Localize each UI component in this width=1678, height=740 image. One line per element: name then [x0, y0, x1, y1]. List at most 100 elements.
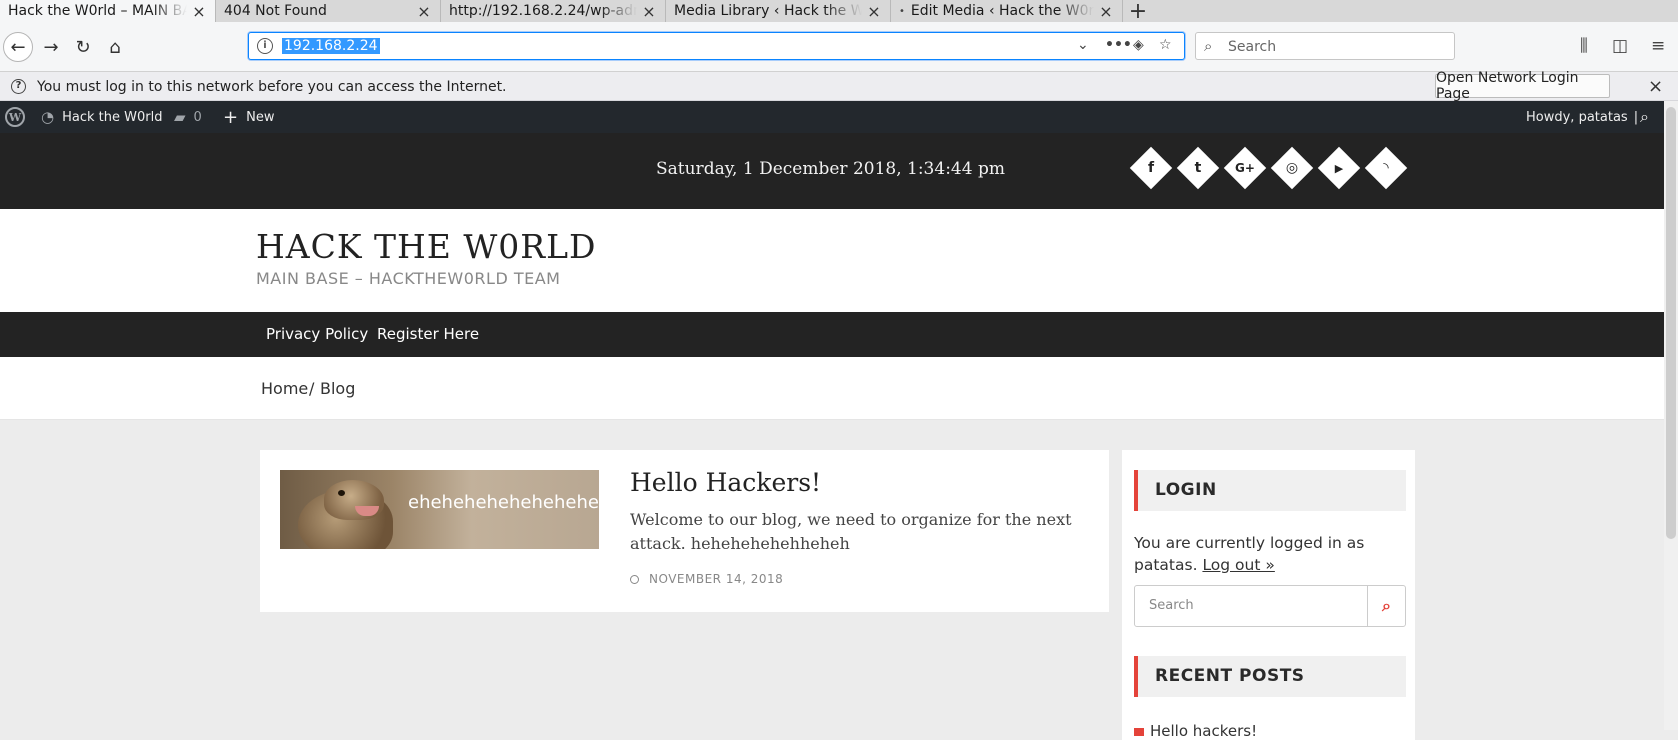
- tab-title: Edit Media ‹ Hack the W0rld: [910, 3, 1094, 19]
- wp-admin-bar: W ◔ Hack the W0rld ▰ 0 + New Howdy, pata…: [0, 101, 1664, 133]
- tab-title: Hack the W0rld – MAIN BASE – HACKTHEW0RL…: [8, 3, 187, 19]
- post-date: NOVEMBER 14, 2018: [630, 572, 783, 586]
- site-description: MAIN BASE – HACKTHEW0RLD TEAM: [256, 269, 561, 288]
- question-icon: ?: [11, 79, 26, 94]
- current-date: Saturday, 1 December 2018, 1:34:44 pm: [656, 159, 1005, 179]
- bullet-icon: [1134, 728, 1144, 736]
- main-navigation: Privacy Policy Register Here: [0, 312, 1664, 357]
- login-status-text: You are currently logged in as patatas. …: [1134, 532, 1404, 576]
- new-content-menu[interactable]: + New: [223, 101, 274, 133]
- thumbnail-caption: ehehehehehehehehehehe: [408, 492, 599, 513]
- close-icon[interactable]: ×: [641, 2, 657, 21]
- search-icon: ⌕: [1382, 596, 1391, 615]
- site-title[interactable]: HACK THE W0RLD: [256, 227, 597, 266]
- lizard-eye: [338, 490, 345, 496]
- bookmark-star-icon[interactable]: ☆: [1159, 37, 1172, 53]
- pocket-icon[interactable]: ◈: [1133, 37, 1144, 53]
- scrollbar-thumb[interactable]: [1666, 107, 1676, 539]
- url-bar[interactable]: i 192.168.2.24 ⌄ ••• ◈ ☆: [248, 32, 1185, 60]
- facebook-link[interactable]: f: [1129, 146, 1173, 190]
- sidebar: LOGIN You are currently logged in as pat…: [1122, 450, 1415, 740]
- rss-link[interactable]: ◝: [1364, 146, 1408, 190]
- new-label: New: [246, 109, 275, 125]
- notice-text: You must log in to this network before y…: [37, 79, 507, 95]
- recent-posts-title: RECENT POSTS: [1134, 656, 1406, 697]
- search-submit-button[interactable]: ⌕: [1367, 586, 1405, 626]
- login-widget-label: LOGIN: [1155, 480, 1217, 500]
- tab-title: http://192.168.2.24/wp-admin/: [449, 3, 637, 19]
- loading-dot-icon: •: [899, 5, 905, 17]
- close-icon[interactable]: ×: [1648, 76, 1663, 97]
- search-icon: ⌕: [1204, 37, 1213, 55]
- comments-menu[interactable]: ▰ 0: [174, 101, 202, 133]
- instagram-link[interactable]: ◎: [1270, 146, 1314, 190]
- menu-item-privacy-policy[interactable]: Privacy Policy: [266, 325, 368, 343]
- sidebar-search: Search ⌕: [1134, 585, 1406, 627]
- youtube-link[interactable]: ▶: [1317, 146, 1361, 190]
- wp-logo-menu[interactable]: W: [5, 101, 25, 133]
- back-button[interactable]: ←: [3, 32, 33, 62]
- site-top-bar: Saturday, 1 December 2018, 1:34:44 pm f …: [0, 133, 1664, 209]
- recent-posts-label: RECENT POSTS: [1155, 666, 1305, 686]
- breadcrumb-home[interactable]: Home: [261, 379, 308, 398]
- reload-button[interactable]: ↻: [68, 32, 98, 62]
- main-content: ehehehehehehehehehehe Hello Hackers! Wel…: [0, 420, 1664, 740]
- close-icon[interactable]: ×: [191, 2, 207, 21]
- home-button[interactable]: ⌂: [100, 32, 130, 62]
- tab-title: Media Library ‹ Hack the W0rld: [674, 3, 862, 19]
- google-plus-link[interactable]: G+: [1223, 146, 1267, 190]
- tab-wp-admin[interactable]: http://192.168.2.24/wp-admin/ ×: [441, 0, 666, 22]
- google-plus-icon: G+: [1235, 161, 1255, 175]
- facebook-icon: f: [1147, 160, 1155, 176]
- tab-404-not-found[interactable]: 404 Not Found ×: [216, 0, 441, 22]
- sidebar-search-input[interactable]: Search: [1149, 598, 1194, 613]
- post-excerpt: Welcome to our blog, we need to organize…: [630, 510, 1072, 553]
- recent-post-link[interactable]: Hello hackers!: [1150, 722, 1257, 740]
- dashboard-icon: ◔: [41, 108, 55, 126]
- breadcrumb-current: Blog: [320, 379, 356, 398]
- recent-post-item[interactable]: Hello hackers!: [1134, 722, 1257, 740]
- clock-icon: [630, 575, 639, 584]
- site-name-menu[interactable]: ◔ Hack the W0rld: [41, 101, 162, 133]
- comment-icon: ▰: [174, 108, 186, 126]
- new-tab-button[interactable]: +: [1123, 0, 1153, 24]
- browser-search-input[interactable]: ⌕ Search: [1195, 32, 1455, 60]
- reload-icon: ↻: [75, 36, 91, 58]
- library-icon[interactable]: ⫼: [1580, 36, 1588, 56]
- chevron-down-icon[interactable]: ⌄: [1077, 37, 1089, 53]
- open-network-login-button[interactable]: Open Network Login Page: [1435, 70, 1610, 102]
- close-icon[interactable]: ×: [416, 2, 432, 21]
- site-name-label: Hack the W0rld: [62, 109, 163, 125]
- page-scrollbar[interactable]: [1664, 101, 1678, 730]
- more-actions-icon[interactable]: •••: [1105, 37, 1132, 53]
- logout-link[interactable]: Log out »: [1202, 556, 1274, 574]
- login-widget-title: LOGIN: [1134, 470, 1406, 511]
- post-title[interactable]: Hello Hackers!: [630, 468, 821, 497]
- close-icon[interactable]: ×: [866, 2, 882, 21]
- tab-title: 404 Not Found: [224, 3, 327, 19]
- post-date-text: NOVEMBER 14, 2018: [649, 572, 784, 586]
- twitter-icon: t: [1194, 160, 1202, 176]
- twitter-link[interactable]: t: [1176, 146, 1220, 190]
- navigation-toolbar: ← → ↻ ⌂ i 192.168.2.24 ⌄ ••• ◈ ☆ ⌕ Searc…: [0, 22, 1678, 72]
- plus-icon: +: [223, 106, 239, 128]
- breadcrumb-separator: /: [309, 379, 315, 398]
- home-icon: ⌂: [109, 36, 121, 58]
- admin-search-icon[interactable]: ⌕: [1640, 101, 1649, 133]
- post-thumbnail[interactable]: ehehehehehehehehehehe: [280, 470, 599, 549]
- wordpress-logo-icon: W: [5, 107, 25, 127]
- sidebar-icon[interactable]: ◫: [1612, 36, 1628, 56]
- my-account-menu[interactable]: Howdy, patatas |: [1526, 101, 1638, 133]
- info-icon[interactable]: i: [257, 38, 273, 54]
- forward-button[interactable]: →: [36, 32, 66, 62]
- tab-hack-the-world[interactable]: Hack the W0rld – MAIN BASE – HACKTHEW0RL…: [0, 0, 216, 22]
- url-text[interactable]: 192.168.2.24: [282, 38, 380, 54]
- tab-edit-media[interactable]: • Edit Media ‹ Hack the W0rld ×: [891, 0, 1123, 22]
- howdy-label: Howdy, patatas: [1526, 109, 1628, 125]
- menu-item-register-here[interactable]: Register Here: [377, 325, 479, 343]
- breadcrumb: Home / Blog: [0, 357, 1664, 420]
- arrow-right-icon: →: [43, 36, 59, 58]
- tab-media-library[interactable]: Media Library ‹ Hack the W0rld ×: [666, 0, 891, 22]
- menu-icon[interactable]: ≡: [1651, 36, 1665, 56]
- close-icon[interactable]: ×: [1098, 2, 1114, 21]
